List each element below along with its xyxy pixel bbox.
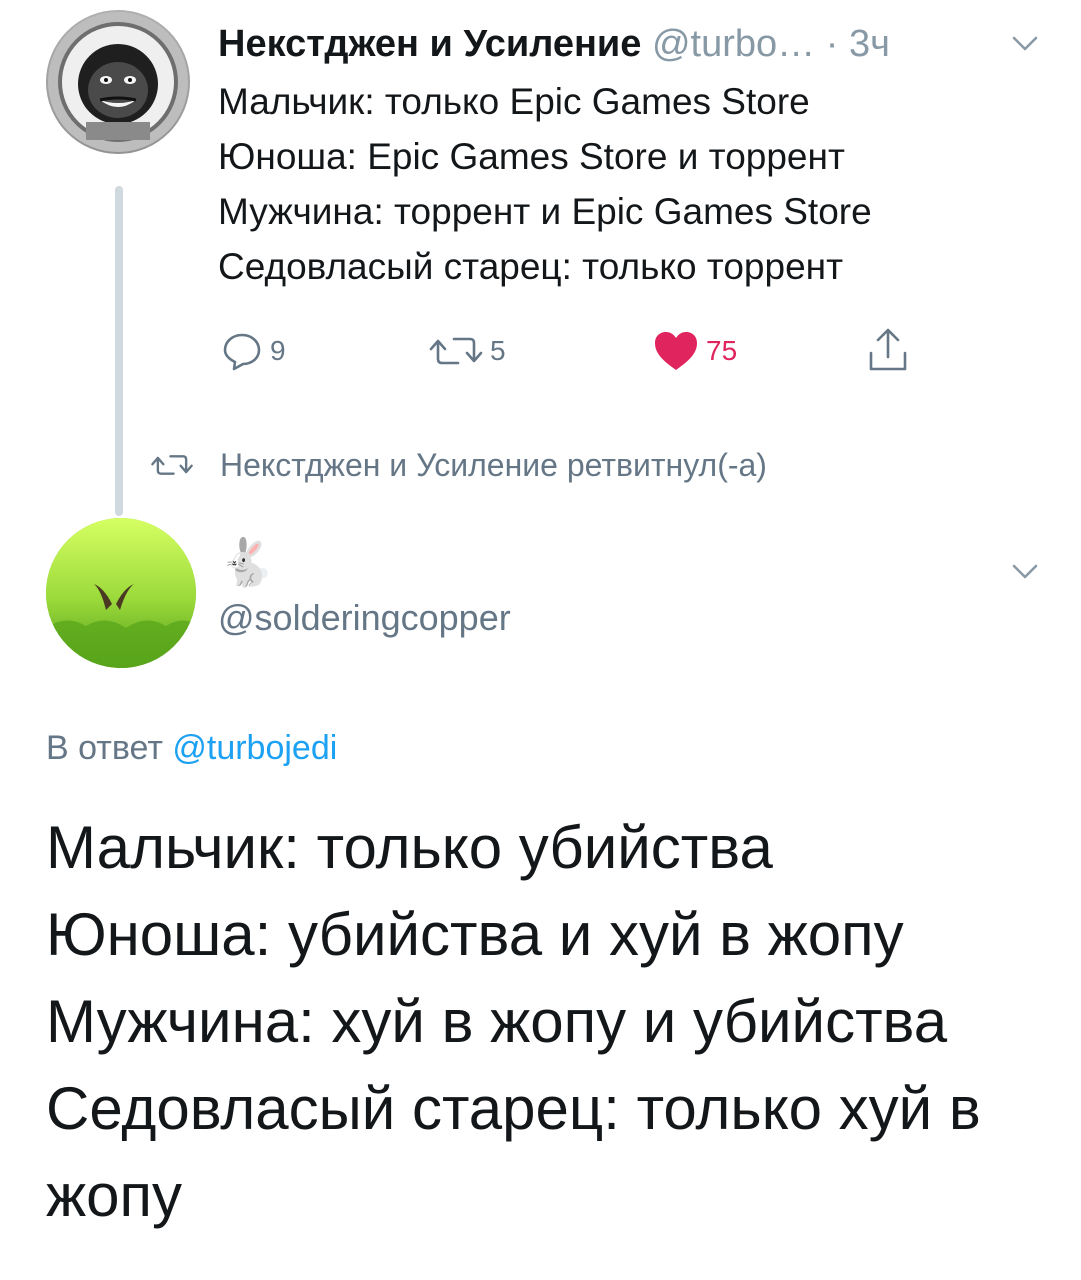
tweet-text-line: Мальчик: только убийства [46,814,773,881]
reply-icon [223,333,261,371]
share-icon [869,328,907,371]
retweet-notice[interactable]: Некстджен и Усиление ретвитнул(-а) [150,440,767,490]
reply-count: 9 [270,335,286,366]
tweet-text-line: Мужчина: хуй в жопу и убийства [46,988,948,1055]
like-count: 75 [706,335,738,366]
chevron-down-icon[interactable] [1012,564,1038,580]
author-handle[interactable]: @turbo… [652,23,815,65]
reply-prefix: В ответ [46,729,163,767]
tweet-text: Мальчик: только Epic Games Store Юноша: … [218,74,872,294]
astronaut-portrait-image [48,12,188,152]
tweet-text-line: Седовласый старец: только хуй в жопу [46,1075,981,1229]
chevron-down-icon[interactable] [1012,36,1038,52]
retweet-button[interactable]: 5 [428,326,506,376]
tweet-text-line: Мальчик: только Epic Games Store [218,81,810,122]
share-button[interactable] [866,326,910,376]
author-avatar[interactable] [46,10,190,154]
tweet-text-line: Юноша: убийства и хуй в жопу [46,901,904,968]
reply-context: В ответ @turbojedi [46,726,337,770]
author-avatar[interactable] [46,518,196,668]
tweet-header: Некстджен и Усиление @turbo… · 3ч [218,22,890,66]
author-display-name[interactable]: 🐇 [218,534,275,590]
retweet-icon [429,337,483,365]
rabbit-in-grass-image [46,518,196,668]
tweet-text-line: Седовласый старец: только торрент [218,246,844,287]
header-separator: · [825,23,839,65]
retweet-count: 5 [490,335,506,366]
heart-icon [655,332,697,370]
author-display-name[interactable]: Некстджен и Усиление [218,23,641,65]
tweet-text-line: Юноша: Epic Games Store и торрент [218,136,845,177]
author-handle[interactable]: @solderingcopper [218,596,511,640]
tweet-text-line: Мужчина: торрент и Epic Games Store [218,191,872,232]
like-button[interactable]: 75 [652,326,737,376]
tweet-text: Мальчик: только убийства Юноша: убийства… [46,804,1046,1239]
tweet-timestamp[interactable]: 3ч [849,23,890,65]
thread-connector-line [115,186,123,516]
retweet-icon [151,455,193,475]
reply-button[interactable]: 9 [220,326,286,376]
retweet-notice-label: Некстджен и Усиление ретвитнул(-а) [220,446,767,483]
reply-mention-link[interactable]: @turbojedi [172,729,337,767]
